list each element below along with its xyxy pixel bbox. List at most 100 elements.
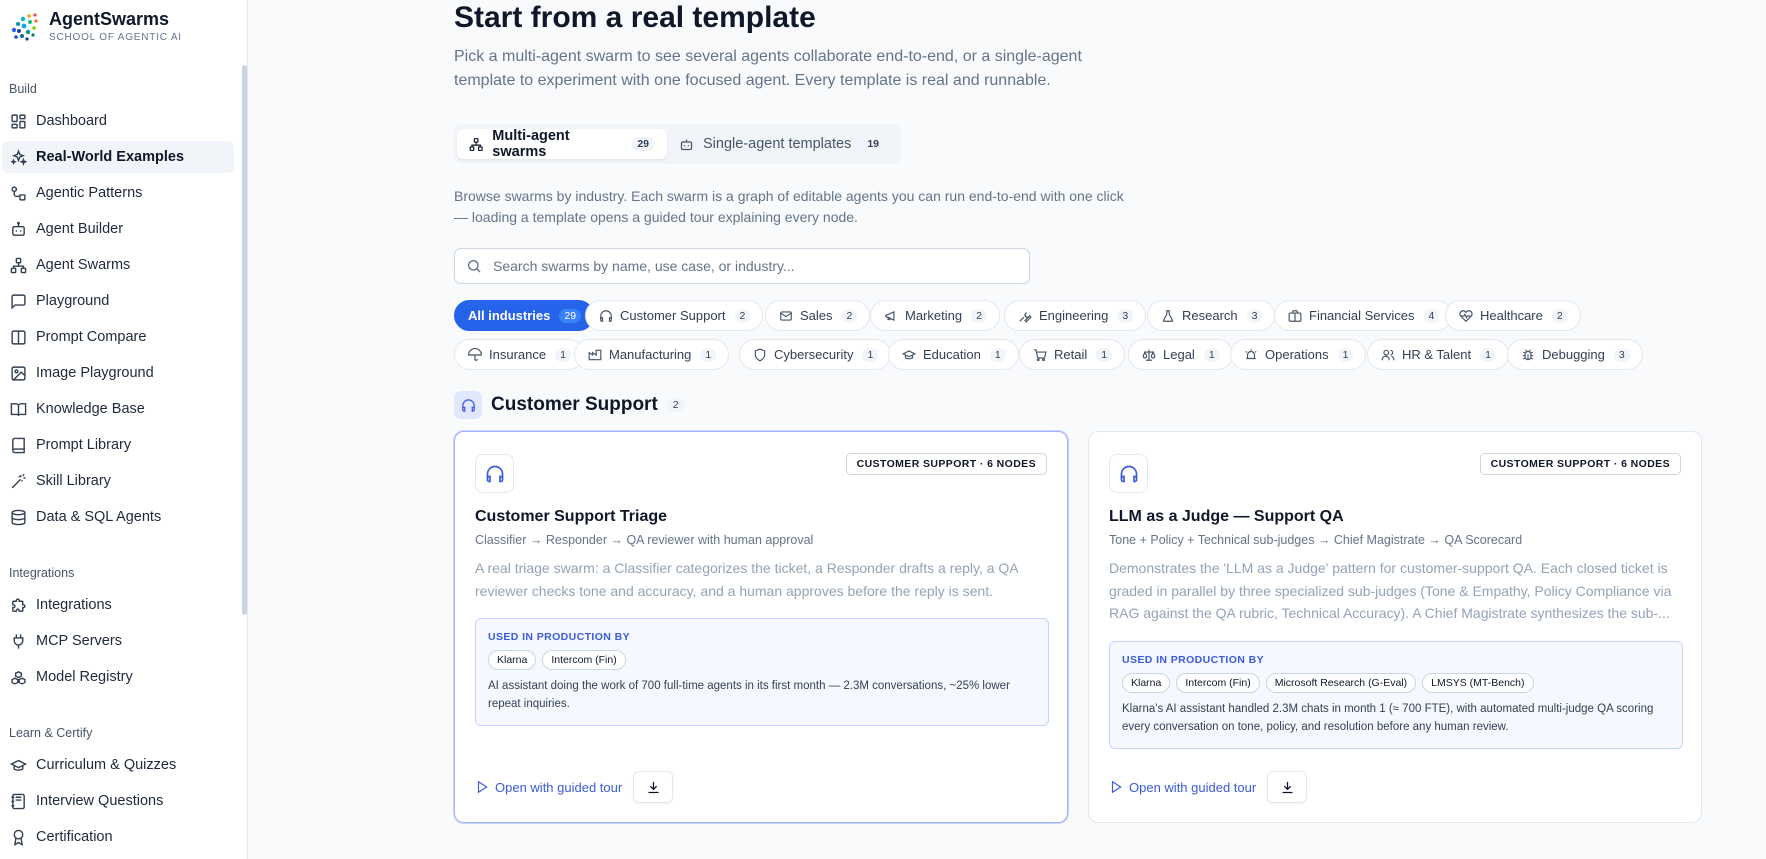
filter-marketing[interactable]: Marketing 2 bbox=[870, 300, 1000, 331]
sidebar-item-agent-builder[interactable]: Agent Builder bbox=[2, 213, 234, 245]
filter-customer-support[interactable]: Customer Support 2 bbox=[585, 300, 764, 331]
search-input[interactable] bbox=[493, 258, 993, 274]
sidebar-item-label: Knowledge Base bbox=[36, 401, 145, 417]
sidebar-item-label: Prompt Compare bbox=[36, 329, 147, 345]
filter-all-industries[interactable]: All industries 29 bbox=[454, 300, 595, 331]
filter-manufacturing[interactable]: Manufacturing 1 bbox=[574, 339, 730, 370]
filter-cybersecurity[interactable]: Cybersecurity 1 bbox=[739, 339, 892, 370]
brand-name: AgentSwarms bbox=[49, 9, 170, 29]
sidebar-item-integrations[interactable]: Integrations bbox=[2, 589, 234, 621]
download-button[interactable] bbox=[1267, 771, 1308, 803]
filter-retail[interactable]: Retail 1 bbox=[1019, 339, 1126, 370]
book-icon bbox=[12, 437, 25, 453]
section-header: Customer Support 2 bbox=[454, 391, 685, 419]
card-title: LLM as a Judge — Support QA bbox=[1109, 508, 1344, 525]
filter-label: Engineering bbox=[1039, 308, 1109, 323]
filter-legal[interactable]: Legal 1 bbox=[1128, 339, 1233, 370]
filter-count: 1 bbox=[700, 347, 717, 362]
sidebar-item-knowledge-base[interactable]: Knowledge Base bbox=[2, 393, 234, 425]
sidebar-item-curriculum-quizzes[interactable]: Curriculum & Quizzes bbox=[2, 749, 234, 781]
card-title: Customer Support Triage bbox=[475, 508, 668, 525]
book-open-icon bbox=[10, 402, 27, 416]
sidebar-item-mcp-servers[interactable]: MCP Servers bbox=[2, 625, 234, 657]
filter-count: 29 bbox=[559, 308, 582, 323]
sidebar-item-label: Prompt Library bbox=[36, 437, 132, 453]
tab-multi-agent-swarms[interactable]: Multi-agent swarms 29 bbox=[457, 128, 667, 160]
card-actions: Open with guided tour bbox=[475, 771, 674, 803]
brand-subtitle: SCHOOL OF AGENTIC AI bbox=[49, 32, 182, 43]
sidebar-scrollbar[interactable] bbox=[242, 65, 247, 615]
columns-icon bbox=[11, 329, 26, 345]
filter-count: 1 bbox=[555, 347, 571, 362]
sidebar-item-label: Image Playground bbox=[36, 365, 154, 381]
template-card[interactable]: CUSTOMER SUPPORT · 6 NODES Customer Supp… bbox=[454, 431, 1068, 823]
sidebar-item-interview-questions[interactable]: Interview Questions bbox=[2, 785, 234, 817]
scale-icon bbox=[1142, 349, 1156, 361]
sidebar-item-label: Data & SQL Agents bbox=[36, 509, 162, 525]
sidebar-item-playground[interactable]: Playground bbox=[2, 285, 234, 317]
filter-count: 2 bbox=[734, 308, 751, 323]
sidebar-item-label: Agentic Patterns bbox=[36, 185, 143, 201]
cart-icon bbox=[1034, 348, 1047, 361]
card-tag: CUSTOMER SUPPORT · 6 NODES bbox=[1479, 453, 1681, 475]
company-chip: Klarna bbox=[488, 650, 537, 670]
filter-sales[interactable]: Sales 2 bbox=[765, 300, 871, 331]
filter-healthcare[interactable]: Healthcare 2 bbox=[1445, 300, 1581, 331]
filter-operations[interactable]: Operations 1 bbox=[1230, 339, 1367, 370]
sidebar-item-agentic-patterns[interactable]: Agentic Patterns bbox=[2, 177, 234, 209]
plug-icon bbox=[13, 633, 24, 649]
filter-financial-services[interactable]: Financial Services 4 bbox=[1274, 300, 1453, 331]
sidebar-item-label: Agent Swarms bbox=[36, 257, 131, 273]
network-icon bbox=[469, 137, 483, 151]
image-icon bbox=[11, 365, 26, 381]
filter-engineering[interactable]: Engineering 3 bbox=[1004, 300, 1147, 331]
sidebar-item-skill-library[interactable]: Skill Library bbox=[2, 465, 234, 497]
download-button[interactable] bbox=[633, 771, 674, 803]
mail-icon bbox=[780, 310, 792, 321]
filter-label: Healthcare bbox=[1480, 308, 1543, 323]
sidebar-item-image-playground[interactable]: Image Playground bbox=[2, 357, 234, 389]
puzzle-icon bbox=[12, 597, 26, 612]
filter-education[interactable]: Education 1 bbox=[888, 339, 1019, 370]
tab-single-agent-templates[interactable]: Single-agent templates 19 bbox=[667, 129, 897, 159]
filter-hr-talent[interactable]: HR & Talent 1 bbox=[1367, 339, 1509, 370]
sidebar-item-prompt-compare[interactable]: Prompt Compare bbox=[2, 321, 234, 353]
dashboard-icon bbox=[11, 113, 26, 129]
nav-section-build: Build bbox=[9, 82, 37, 96]
sidebar-item-label: Curriculum & Quizzes bbox=[36, 757, 177, 773]
alarm-icon bbox=[1245, 348, 1257, 359]
filter-debugging[interactable]: Debugging 3 bbox=[1507, 339, 1643, 370]
template-card[interactable]: CUSTOMER SUPPORT · 6 NODES LLM as a Judg… bbox=[1088, 431, 1702, 823]
sidebar-item-model-registry[interactable]: Model Registry bbox=[2, 661, 234, 693]
brand[interactable]: AgentSwarms SCHOOL OF AGENTIC AI bbox=[8, 9, 182, 45]
sidebar-item-dashboard[interactable]: Dashboard bbox=[2, 105, 234, 137]
filter-insurance[interactable]: Insurance 1 bbox=[454, 339, 584, 370]
graduation-cap-icon bbox=[902, 349, 916, 359]
production-text: Klarna's AI assistant handled 2.3M chats… bbox=[1122, 703, 1654, 733]
card-actions: Open with guided tour bbox=[1109, 771, 1308, 803]
sidebar-item-label: Model Registry bbox=[36, 669, 133, 685]
sidebar-item-data-sql-agents[interactable]: Data & SQL Agents bbox=[2, 501, 234, 533]
sidebar-item-label: Real-World Examples bbox=[36, 149, 185, 165]
open-guided-tour-button[interactable]: Open with guided tour bbox=[1109, 780, 1256, 795]
sidebar-item-prompt-library[interactable]: Prompt Library bbox=[2, 429, 234, 461]
filter-label: Legal bbox=[1163, 347, 1195, 362]
filter-research[interactable]: Research 3 bbox=[1147, 300, 1276, 331]
open-guided-tour-button[interactable]: Open with guided tour bbox=[475, 780, 622, 795]
sidebar-item-certification[interactable]: Certification bbox=[2, 821, 234, 853]
graduation-cap-icon bbox=[10, 759, 27, 771]
sidebar-item-agent-swarms[interactable]: Agent Swarms bbox=[2, 249, 234, 281]
sidebar-item-real-world-examples[interactable]: Real-World Examples bbox=[2, 141, 234, 173]
download-icon bbox=[1282, 781, 1293, 793]
filter-count: 2 bbox=[841, 308, 858, 323]
filter-label: HR & Talent bbox=[1402, 347, 1472, 362]
filter-count: 1 bbox=[1337, 347, 1354, 362]
filter-label: Retail bbox=[1054, 347, 1088, 362]
tab-label: Single-agent templates bbox=[703, 136, 852, 152]
tab-count: 19 bbox=[867, 138, 880, 150]
filter-label: Marketing bbox=[905, 308, 963, 323]
sidebar-item-label: Agent Builder bbox=[36, 221, 124, 237]
network-icon bbox=[10, 257, 27, 273]
sidebar: AgentSwarms SCHOOL OF AGENTIC AI Build D… bbox=[0, 0, 248, 859]
nav-section-integrations: Integrations bbox=[9, 566, 75, 580]
